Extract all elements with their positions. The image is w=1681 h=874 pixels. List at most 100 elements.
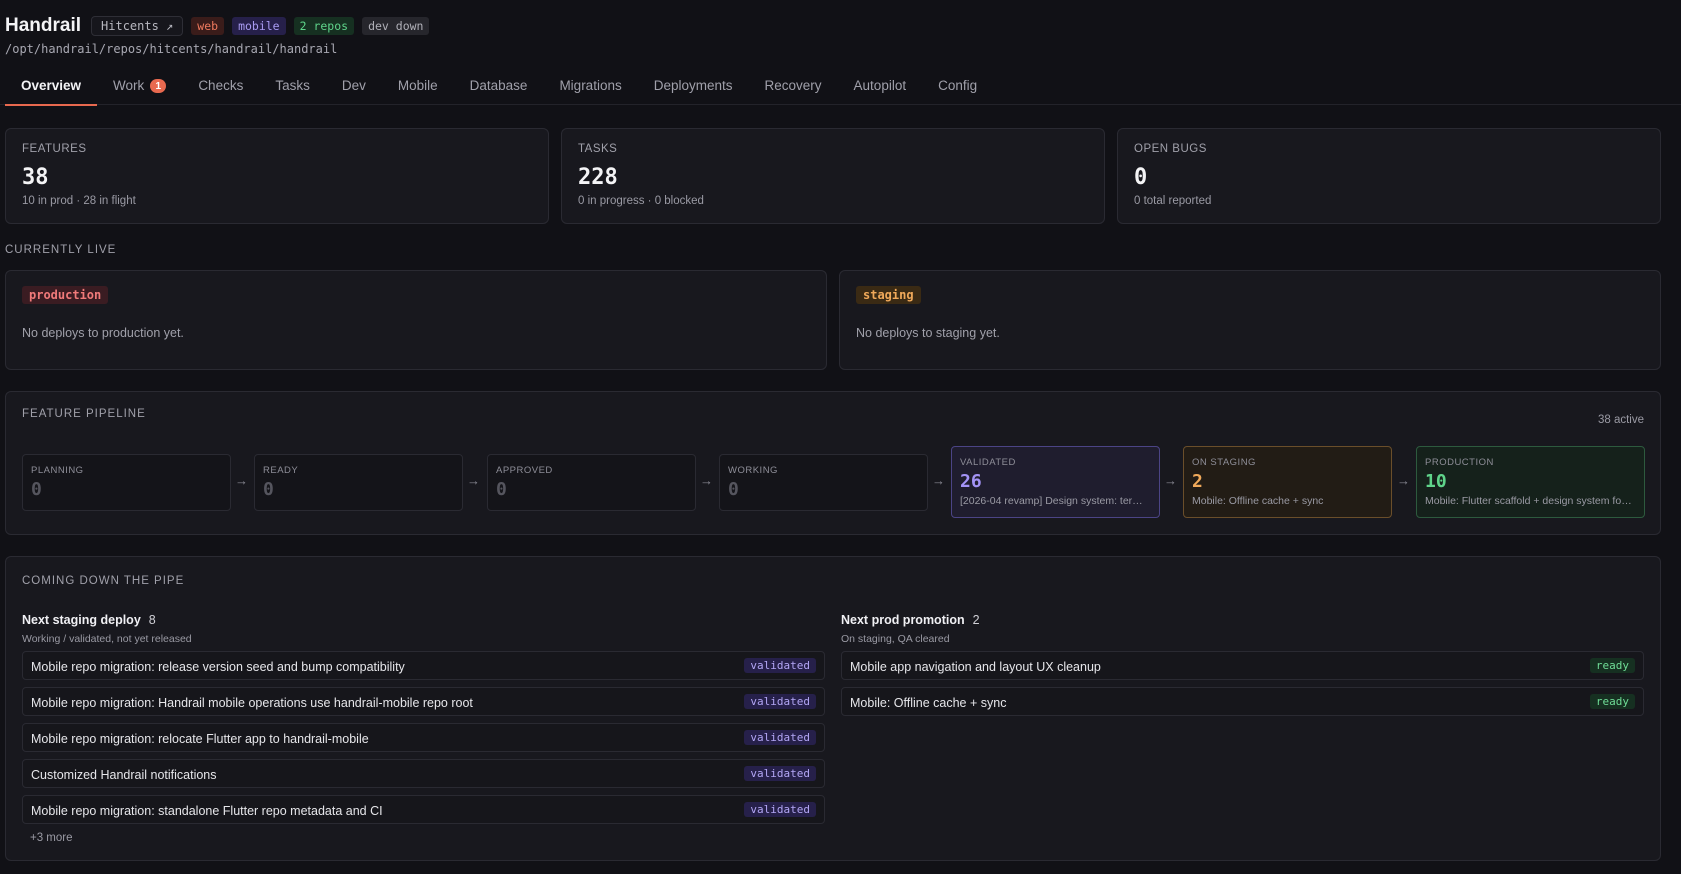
- stage-label: APPROVED: [496, 465, 553, 476]
- feature-pipeline-card: FEATURE PIPELINE 38 active PLANNING 0 → …: [5, 391, 1661, 535]
- repos-tag: 2 repos: [293, 17, 355, 35]
- stage-working[interactable]: WORKING 0: [719, 454, 928, 511]
- stage-label: ON STAGING: [1192, 457, 1256, 468]
- bugs-value: 0: [1134, 165, 1148, 190]
- stage-value: 0: [496, 479, 507, 500]
- coming-title: COMING DOWN THE PIPE: [22, 575, 185, 587]
- stage-latest-item: Mobile: Offline cache + sync: [1192, 495, 1324, 507]
- open-bugs-card: OPEN BUGS 0 0 total reported: [1117, 128, 1661, 224]
- tab-database[interactable]: Database: [454, 72, 544, 105]
- next-staging-sub: Working / validated, not yet released: [22, 633, 192, 645]
- tasks-sub: 0 in progress · 0 blocked: [578, 195, 704, 207]
- stage-value: 26: [960, 471, 982, 492]
- stage-value: 2: [1192, 471, 1203, 492]
- web-tag: web: [191, 17, 225, 35]
- page-header: Handrail Hitcents ↗ web mobile 2 repos d…: [5, 14, 1681, 56]
- tab-mobile[interactable]: Mobile: [382, 72, 454, 105]
- stage-validated[interactable]: VALIDATED 26 [2026-04 revamp] Design sys…: [951, 446, 1160, 518]
- tab-label: Database: [469, 78, 528, 93]
- pipeline-title: FEATURE PIPELINE: [22, 408, 146, 420]
- arrow-icon: →: [1164, 473, 1177, 488]
- tab-work[interactable]: Work 1: [97, 72, 182, 105]
- next-prod-count: 2: [972, 613, 980, 627]
- tasks-value: 228: [578, 165, 618, 190]
- stage-label: READY: [263, 465, 299, 476]
- list-item[interactable]: Mobile repo migration: relocate Flutter …: [22, 723, 825, 752]
- stage-value: 10: [1425, 471, 1447, 492]
- stage-label: VALIDATED: [960, 457, 1016, 468]
- features-label: FEATURES: [22, 143, 87, 155]
- stage-approved[interactable]: APPROVED 0: [487, 454, 696, 511]
- item-title: Mobile repo migration: Handrail mobile o…: [31, 696, 473, 710]
- coming-down-the-pipe-card: COMING DOWN THE PIPE Next staging deploy…: [5, 556, 1661, 861]
- tab-checks[interactable]: Checks: [182, 72, 259, 105]
- tab-label: Overview: [21, 78, 82, 93]
- tab-label: Migrations: [559, 78, 622, 93]
- title-row: Handrail Hitcents ↗ web mobile 2 repos d…: [5, 14, 1681, 38]
- features-sub: 10 in prod · 28 in flight: [22, 195, 136, 207]
- next-prod-label: Next prod promotion: [841, 613, 965, 627]
- stage-value: 0: [31, 479, 42, 500]
- next-prod-heading: Next prod promotion 2: [841, 613, 980, 627]
- production-message: No deploys to production yet.: [22, 326, 184, 340]
- tab-label: Work: [113, 78, 145, 93]
- stage-ready[interactable]: READY 0: [254, 454, 463, 511]
- stage-planning[interactable]: PLANNING 0: [22, 454, 231, 511]
- status-badge: validated: [744, 766, 816, 781]
- item-title: Customized Handrail notifications: [31, 768, 217, 782]
- list-item[interactable]: Customized Handrail notifications valida…: [22, 759, 825, 788]
- list-item[interactable]: Mobile app navigation and layout UX clea…: [841, 651, 1644, 680]
- stage-label: PLANNING: [31, 465, 84, 476]
- tab-deployments[interactable]: Deployments: [638, 72, 749, 105]
- mobile-tag: mobile: [232, 17, 286, 35]
- list-item[interactable]: Mobile repo migration: release version s…: [22, 651, 825, 680]
- next-staging-count: 8: [148, 613, 156, 627]
- tab-autopilot[interactable]: Autopilot: [838, 72, 923, 105]
- tasks-label: TASKS: [578, 143, 618, 155]
- stage-latest-item: Mobile: Flutter scaffold + design system…: [1425, 495, 1636, 507]
- list-item[interactable]: Mobile repo migration: Handrail mobile o…: [22, 687, 825, 716]
- stage-on-staging[interactable]: ON STAGING 2 Mobile: Offline cache + syn…: [1183, 446, 1392, 518]
- arrow-icon: →: [932, 473, 945, 488]
- tab-label: Checks: [198, 78, 244, 93]
- features-card: FEATURES 38 10 in prod · 28 in flight: [5, 128, 549, 224]
- tab-label: Recovery: [764, 78, 822, 93]
- next-prod-sub: On staging, QA cleared: [841, 633, 950, 645]
- item-title: Mobile app navigation and layout UX clea…: [850, 660, 1101, 674]
- tab-label: Mobile: [397, 78, 438, 93]
- production-card: production No deploys to production yet.: [5, 270, 827, 370]
- bugs-label: OPEN BUGS: [1134, 143, 1207, 155]
- tab-bar: Overview Work 1 Checks Tasks Dev Mobile D…: [0, 72, 1681, 106]
- pipeline-active-count: 38 active: [1597, 414, 1644, 426]
- tab-dev[interactable]: Dev: [326, 72, 382, 105]
- tab-label: Deployments: [653, 78, 733, 93]
- stage-production[interactable]: PRODUCTION 10 Mobile: Flutter scaffold +…: [1416, 446, 1645, 518]
- show-more-link[interactable]: +3 more: [30, 832, 73, 844]
- staging-tag: staging: [856, 286, 921, 304]
- stage-value: 0: [728, 479, 739, 500]
- status-badge: validated: [744, 694, 816, 709]
- tab-migrations[interactable]: Migrations: [543, 72, 637, 105]
- arrow-icon: →: [700, 473, 713, 488]
- status-badge: ready: [1589, 694, 1635, 709]
- arrow-icon: →: [1397, 473, 1410, 488]
- stage-value: 0: [263, 479, 274, 500]
- tab-label: Dev: [341, 78, 366, 93]
- list-item[interactable]: Mobile repo migration: standalone Flutte…: [22, 795, 825, 824]
- next-staging-label: Next staging deploy: [22, 613, 141, 627]
- item-title: Mobile repo migration: standalone Flutte…: [31, 804, 383, 818]
- arrow-icon: →: [235, 473, 248, 488]
- status-badge: validated: [744, 730, 816, 745]
- tab-recovery[interactable]: Recovery: [749, 72, 838, 105]
- work-count-badge: 1: [150, 79, 167, 93]
- tab-overview[interactable]: Overview: [5, 72, 98, 106]
- status-badge: validated: [744, 658, 816, 673]
- repo-path: /opt/handrail/repos/hitcents/handrail/ha…: [5, 42, 338, 56]
- list-item[interactable]: Mobile: Offline cache + sync ready: [841, 687, 1644, 716]
- production-tag: production: [22, 286, 109, 304]
- tasks-card: TASKS 228 0 in progress · 0 blocked: [561, 128, 1105, 224]
- tab-tasks[interactable]: Tasks: [259, 72, 326, 105]
- dev-status-tag: dev down: [362, 17, 430, 35]
- org-link[interactable]: Hitcents ↗: [91, 16, 184, 36]
- tab-config[interactable]: Config: [922, 72, 993, 105]
